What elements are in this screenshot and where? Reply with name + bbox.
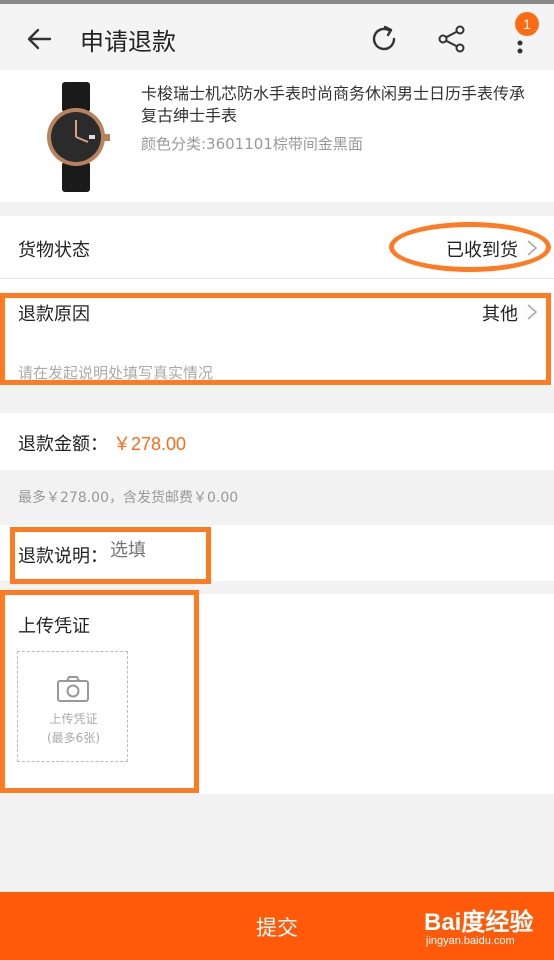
product-watch-image bbox=[47, 82, 110, 192]
product-spec: 颜色分类:3601101棕带间金黑面 bbox=[141, 135, 363, 153]
header-bar: 申请退款 1 bbox=[0, 4, 554, 70]
product-name: 卡梭瑞士机芯防水手表时尚商务休闲男士日历手表传承复古绅士手表 bbox=[141, 84, 526, 125]
watermark-url: jingyan.baidu.com bbox=[426, 935, 515, 947]
annotation-box bbox=[0, 590, 199, 793]
refund-amount-label: 退款金额： bbox=[18, 434, 108, 455]
watermark-logo: Bai度经验 bbox=[424, 909, 534, 936]
refund-max-note: 最多￥278.00，含发货邮费￥0.00 bbox=[18, 490, 239, 506]
notification-badge: 1 bbox=[515, 12, 539, 36]
back-arrow-icon[interactable] bbox=[24, 24, 54, 54]
annotation-box bbox=[0, 293, 551, 385]
goods-status-label: 货物状态 bbox=[18, 240, 90, 261]
share-icon[interactable] bbox=[437, 24, 467, 54]
annotation-box bbox=[10, 527, 211, 584]
refund-amount-row: 退款金额： ￥278.00 bbox=[0, 413, 554, 470]
product-card[interactable]: 卡梭瑞士机芯防水手表时尚商务休闲男士日历手表传承复古绅士手表 颜色分类:3601… bbox=[0, 70, 554, 202]
refund-amount-value: ￥278.00 bbox=[113, 434, 187, 454]
annotation-oval bbox=[389, 222, 551, 272]
footer-bar: 提交 Bai度经验 jingyan.baidu.com bbox=[0, 892, 554, 960]
page-title: 申请退款 bbox=[80, 28, 176, 56]
refresh-icon[interactable] bbox=[368, 23, 400, 55]
